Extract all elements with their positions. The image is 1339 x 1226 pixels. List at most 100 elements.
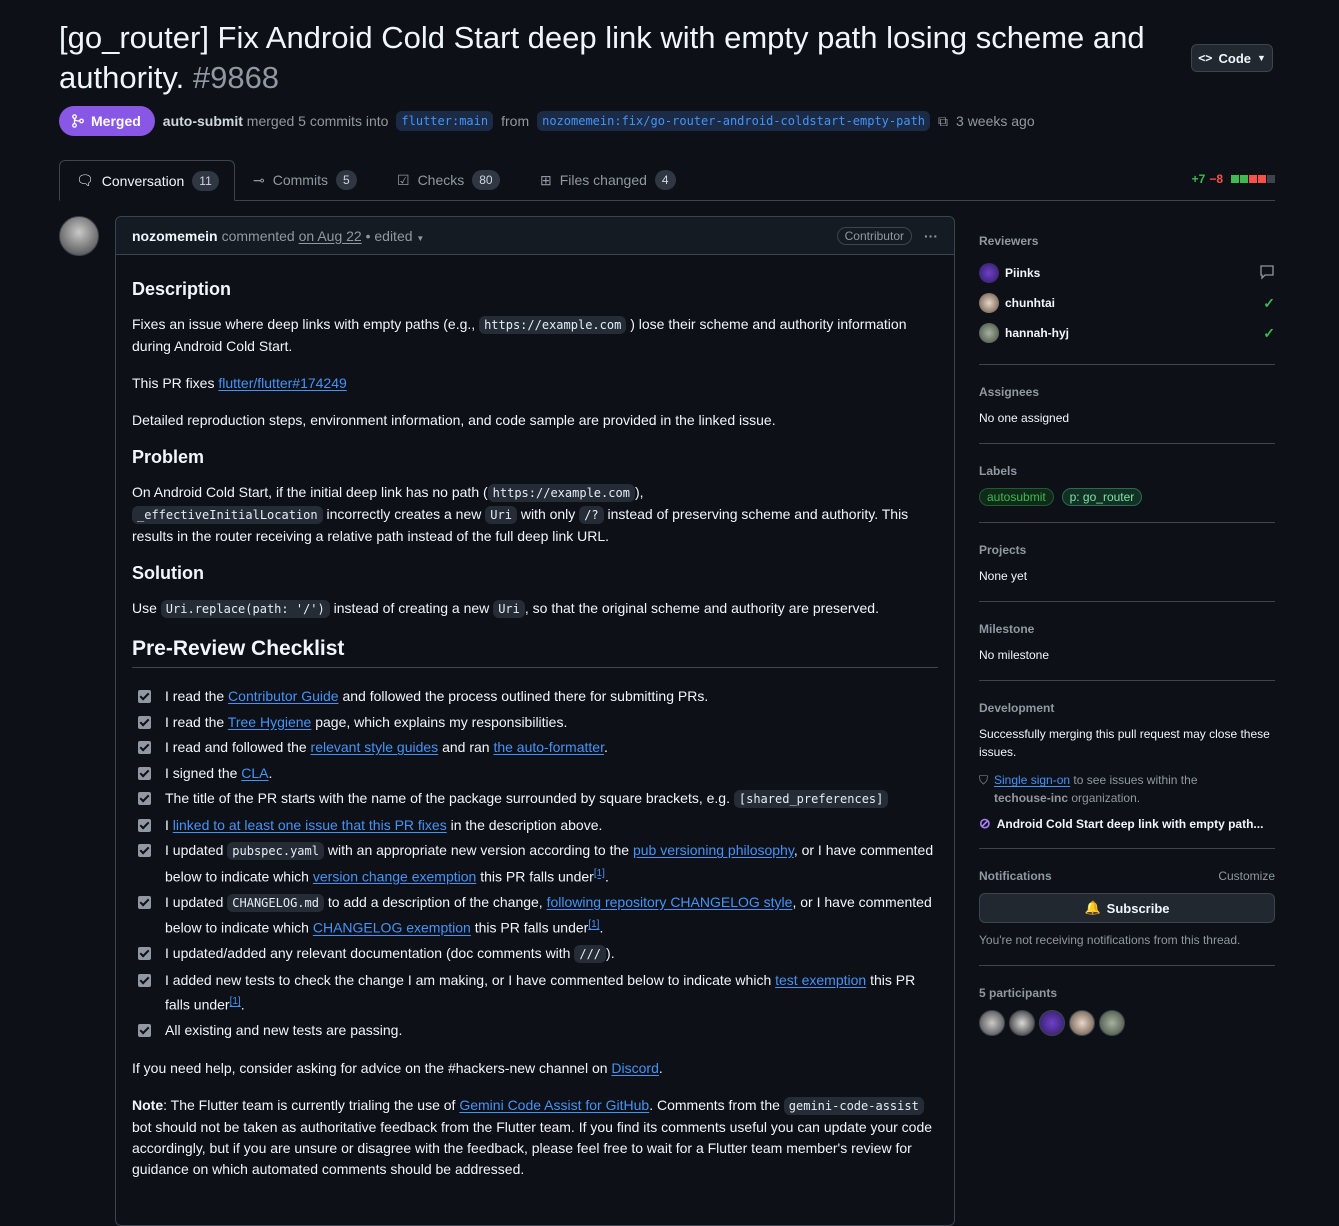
inline-code: CHANGELOG.md	[227, 893, 324, 912]
head-branch[interactable]: nozomemein:fix/go-router-android-coldsta…	[537, 111, 931, 131]
merger-link[interactable]: auto-submit	[163, 113, 243, 129]
checkbox[interactable]	[138, 818, 151, 832]
sso-notice: ⛉ Single sign-on to see issues within th…	[979, 771, 1275, 807]
text: I	[165, 816, 169, 833]
linked-issue[interactable]: ⊘ Android Cold Start deep link with empt…	[979, 815, 1275, 832]
link[interactable]: Tree Hygiene	[228, 714, 312, 730]
checkbox[interactable]	[138, 973, 151, 987]
comment-date[interactable]: on Aug 22	[299, 228, 362, 244]
kebab-menu-icon[interactable]: ···	[924, 228, 938, 244]
label-autosubmit[interactable]: autosubmit	[979, 488, 1054, 506]
text: I updated/added any relevant documentati…	[165, 945, 571, 962]
section-title[interactable]: Labels	[979, 464, 1275, 478]
checkbox[interactable]	[138, 715, 151, 729]
checkbox[interactable]	[138, 844, 151, 857]
discord-link[interactable]: Discord	[611, 1060, 658, 1076]
text: On Android Cold Start, if the initial de…	[132, 484, 488, 500]
section-title[interactable]: Milestone	[979, 622, 1275, 636]
reviewer-row[interactable]: hannah-hyj ✓	[979, 318, 1275, 348]
diffstat: +7 −8	[1192, 172, 1275, 186]
avatar[interactable]	[1069, 1010, 1095, 1036]
issue-closed-icon: ⊘	[979, 815, 991, 831]
text: incorrectly creates a new	[326, 506, 482, 522]
link[interactable]: pub versioning philosophy	[633, 842, 794, 858]
checkbox[interactable]	[138, 792, 151, 805]
reviewer-row[interactable]: Piinks	[979, 258, 1275, 288]
checklist-item: I added new tests to check the change I …	[138, 970, 938, 1017]
avatar[interactable]	[979, 1010, 1005, 1036]
tab-label: Checks	[417, 172, 465, 188]
label-go-router[interactable]: p: go_router	[1061, 488, 1143, 506]
milestone-value: No milestone	[979, 648, 1050, 662]
paragraph: Use Uri.replace(path: '/') instead of cr…	[132, 598, 938, 620]
issue-link[interactable]: flutter/flutter#174249	[218, 375, 346, 391]
paragraph: This PR fixes flutter/flutter#174249	[132, 373, 938, 394]
inline-code: Uri.replace(path: '/')	[160, 600, 330, 618]
author-avatar[interactable]	[59, 216, 99, 256]
checklist-item: I linked to at least one issue that this…	[138, 815, 938, 837]
checkbox[interactable]	[138, 895, 151, 909]
text: .	[268, 764, 273, 781]
paragraph: On Android Cold Start, if the initial de…	[132, 482, 938, 547]
avatar[interactable]	[1009, 1010, 1035, 1036]
commit-icon: ⊸	[253, 171, 265, 188]
edited-dropdown[interactable]: • edited ▼	[366, 228, 425, 244]
paragraph: Note: The Flutter team is currently tria…	[132, 1095, 938, 1180]
link[interactable]: CLA	[241, 765, 268, 781]
inline-code: /?	[579, 506, 604, 524]
tab-commits[interactable]: ⊸ Commits 5	[237, 160, 373, 200]
avatar[interactable]	[1099, 1010, 1125, 1036]
text: : The Flutter team is currently trialing…	[163, 1096, 456, 1113]
copy-icon[interactable]: ⧉	[938, 113, 948, 130]
text: This PR fixes	[132, 375, 215, 391]
tab-files-changed[interactable]: ⊞ Files changed 4	[524, 160, 692, 200]
customize-link[interactable]: Customize	[1218, 869, 1275, 883]
tab-conversation[interactable]: 🗨 Conversation 11	[59, 160, 235, 201]
milestone-section: Milestone No milestone	[979, 616, 1275, 681]
checklist: I read the Contributor Guide and followe…	[132, 686, 938, 1042]
text: .	[240, 996, 245, 1013]
reviewer-row[interactable]: chunhtai ✓	[979, 288, 1275, 318]
link[interactable]: the auto-formatter	[493, 739, 604, 755]
pr-description-comment: nozomemein commented on Aug 22 • edited …	[115, 216, 955, 1226]
text: ).	[606, 945, 615, 962]
comment-author[interactable]: nozomemein	[132, 228, 218, 244]
diffstat-blocks	[1231, 175, 1275, 183]
checkbox[interactable]	[138, 690, 151, 703]
section-title[interactable]: Reviewers	[979, 234, 1275, 248]
section-title: 5 participants	[979, 986, 1275, 1000]
link[interactable]: version change exemption	[313, 868, 476, 884]
tab-checks[interactable]: ☑ Checks 80	[381, 160, 516, 200]
footnote-link[interactable]: [1]	[230, 996, 241, 1007]
code-button[interactable]: <> Code ▼	[1191, 44, 1273, 72]
comment-action: commented	[221, 227, 295, 244]
base-branch[interactable]: flutter:main	[396, 111, 494, 131]
merge-text: merged 5 commits into	[246, 113, 389, 129]
paragraph: Fixes an issue where deep links with emp…	[132, 314, 938, 357]
text: I updated	[165, 893, 224, 910]
checkbox[interactable]	[138, 947, 151, 961]
link[interactable]: following repository CHANGELOG style	[547, 894, 793, 910]
section-title[interactable]: Development	[979, 701, 1275, 715]
subscribe-button[interactable]: 🔔 Subscribe	[979, 893, 1275, 923]
checkbox[interactable]	[138, 1024, 151, 1038]
link[interactable]: relevant style guides	[311, 739, 439, 755]
text: I read the	[165, 713, 225, 730]
footnote-link[interactable]: [1]	[594, 868, 605, 879]
link[interactable]: Gemini Code Assist for GitHub	[459, 1097, 649, 1113]
text: .	[603, 739, 608, 755]
link[interactable]: CHANGELOG exemption	[313, 920, 471, 936]
text: All existing and new tests are passing.	[165, 1022, 403, 1039]
section-title[interactable]: Projects	[979, 543, 1275, 557]
sso-link[interactable]: Single sign-on	[994, 773, 1070, 787]
footnote-link[interactable]: [1]	[588, 919, 599, 930]
checkbox[interactable]	[138, 741, 151, 754]
section-title[interactable]: Assignees	[979, 385, 1275, 399]
bell-icon: 🔔	[1084, 900, 1101, 915]
link[interactable]: linked to at least one issue that this P…	[173, 817, 447, 833]
link[interactable]: test exemption	[775, 972, 866, 988]
checkbox[interactable]	[138, 766, 151, 780]
avatar[interactable]	[1039, 1010, 1065, 1036]
contributor-badge: Contributor	[836, 226, 912, 245]
link[interactable]: Contributor Guide	[228, 688, 339, 704]
